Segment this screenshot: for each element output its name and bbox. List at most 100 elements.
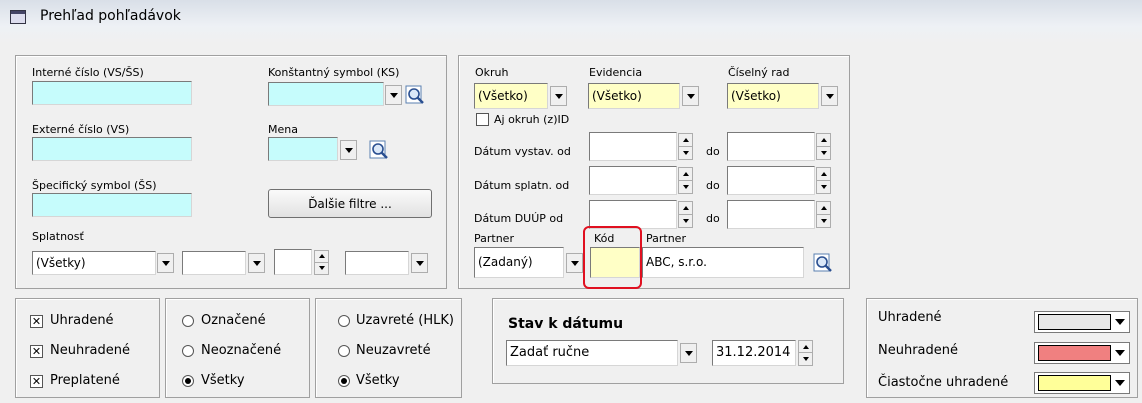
- specificky-symbol-input[interactable]: [32, 193, 192, 217]
- splatnost-days-input[interactable]: [274, 249, 312, 275]
- legend-ciastocne-swatch: [1038, 375, 1111, 391]
- arrow-up-icon: [682, 171, 689, 176]
- stav-mode-select[interactable]: Zadať ručne: [506, 340, 678, 366]
- uhradene-label: Uhradené: [50, 313, 114, 328]
- arrow-down-icon: [682, 218, 689, 223]
- chevron-down-icon: [554, 93, 563, 99]
- konstantny-symbol-label: Konštantný symbol (KS): [268, 66, 400, 79]
- partner-type-dropdown-button[interactable]: [566, 253, 583, 273]
- chevron-down-icon: [684, 350, 693, 356]
- datum-splatn-od-input[interactable]: [589, 166, 677, 195]
- splatnost-days-spinner[interactable]: [314, 250, 329, 275]
- partner-type-select[interactable]: (Zadaný): [474, 247, 564, 278]
- arrow-down-icon: [802, 357, 809, 361]
- splatnost-select[interactable]: (Všetky): [32, 251, 156, 275]
- evidencia-dropdown-button[interactable]: [682, 86, 699, 106]
- evidencia-label: Evidencia: [589, 66, 643, 79]
- arrow-down-icon: [682, 184, 689, 189]
- arrow-up-icon: [820, 171, 827, 176]
- splatnost-unit-dropdown-button[interactable]: [411, 253, 428, 273]
- partner-search-icon[interactable]: [813, 253, 833, 273]
- mena-select[interactable]: [268, 137, 338, 161]
- datum-splatn-do-input[interactable]: [727, 166, 815, 195]
- legend-neuhradene-swatch: [1038, 345, 1111, 361]
- neuhradene-checkbox[interactable]: ✕: [30, 345, 43, 358]
- legend-neuhradene-label: Neuhradené: [878, 343, 958, 358]
- konstantny-symbol-dropdown-button[interactable]: [385, 85, 402, 105]
- datum-duup-od-spinner[interactable]: [678, 201, 693, 228]
- konstantny-symbol-select[interactable]: [268, 82, 384, 106]
- datum-duup-do-spinner[interactable]: [816, 201, 831, 228]
- partner-type-label: Partner: [474, 232, 514, 245]
- chevron-down-icon: [1115, 319, 1125, 325]
- vsetky-mark-radio[interactable]: [182, 375, 194, 387]
- stav-mode-dropdown-button[interactable]: [680, 343, 697, 363]
- chevron-down-icon: [686, 93, 695, 99]
- uzavrete-radio[interactable]: [338, 315, 350, 327]
- legend-ciastocne-label: Čiastočne uhradené: [878, 375, 1009, 390]
- specificky-symbol-label: Špecifický symbol (ŠS): [32, 179, 157, 192]
- aj-okruh-checkbox[interactable]: [476, 113, 489, 126]
- legend-ciastocne-color-select[interactable]: [1034, 372, 1130, 394]
- interne-cislo-input[interactable]: [32, 81, 192, 105]
- ciselny-rad-select[interactable]: (Všetko): [727, 83, 819, 109]
- datum-vystav-od-spinner[interactable]: [678, 133, 693, 160]
- partner-name-input[interactable]: ABC, s.r.o.: [642, 247, 804, 278]
- datum-vystav-do-spinner[interactable]: [816, 133, 831, 160]
- arrow-down-icon: [682, 150, 689, 155]
- chevron-down-icon: [252, 260, 261, 266]
- mena-search-icon[interactable]: [369, 140, 389, 160]
- preplatene-label: Preplatené: [50, 373, 120, 388]
- chevron-down-icon: [344, 147, 353, 153]
- arrow-up-icon: [802, 344, 809, 349]
- uhradene-checkbox[interactable]: ✕: [30, 315, 43, 328]
- oznacene-radio[interactable]: [182, 315, 194, 327]
- datum-duup-od-input[interactable]: [589, 200, 677, 229]
- datum-vystav-od-input[interactable]: [589, 132, 677, 161]
- legend-uhradene-label: Uhradené: [878, 310, 942, 325]
- do-label: do: [706, 145, 720, 158]
- okruh-label: Okruh: [475, 66, 509, 79]
- neuzavrete-radio[interactable]: [338, 345, 350, 357]
- chevron-down-icon: [570, 260, 579, 266]
- externe-cislo-label: Externé číslo (VS): [32, 123, 130, 136]
- vsetky-closure-radio[interactable]: [338, 375, 350, 387]
- datum-duup-do-input[interactable]: [727, 200, 815, 229]
- okruh-dropdown-button[interactable]: [550, 86, 567, 106]
- neuhradene-label: Neuhradené: [50, 343, 130, 358]
- splatnost-unit-select[interactable]: [345, 251, 409, 275]
- datum-splatn-od-spinner[interactable]: [678, 167, 693, 194]
- legend-neuhradene-color-select[interactable]: [1034, 342, 1130, 364]
- ciselny-rad-dropdown-button[interactable]: [821, 86, 838, 106]
- arrow-up-icon: [820, 137, 827, 142]
- konstantny-symbol-search-icon[interactable]: [405, 85, 425, 105]
- splatnost-label: Splatnosť: [32, 230, 84, 243]
- splatnost-operator-dropdown-button[interactable]: [248, 253, 265, 273]
- stav-date-spinner[interactable]: [798, 340, 813, 366]
- uzavrete-label: Uzavreté (HLK): [356, 313, 454, 328]
- datum-splatn-do-spinner[interactable]: [816, 167, 831, 194]
- neuzavrete-label: Neuzavreté: [356, 343, 431, 358]
- datum-duup-label: Dátum DUÚP od: [474, 212, 564, 225]
- datum-vystav-label: Dátum vystav. od: [474, 145, 571, 158]
- evidencia-select[interactable]: (Všetko): [588, 83, 680, 109]
- window-icon: [10, 10, 26, 24]
- dalsie-filtre-button[interactable]: Ďalšie filtre ...: [268, 189, 432, 218]
- splatnost-dropdown-button[interactable]: [157, 253, 174, 273]
- ciselny-rad-label: Číselný rad: [728, 66, 790, 79]
- mena-label: Mena: [268, 123, 298, 136]
- datum-vystav-do-input[interactable]: [727, 132, 815, 161]
- neoznacene-radio[interactable]: [182, 345, 194, 357]
- aj-okruh-label: Aj okruh (z)ID: [494, 113, 570, 126]
- partner-name-label: Partner: [646, 232, 686, 245]
- splatnost-operator-select[interactable]: [182, 251, 246, 275]
- datum-splatn-label: Dátum splatn. od: [474, 179, 570, 192]
- okruh-select[interactable]: (Všetko): [474, 83, 548, 109]
- chevron-down-icon: [825, 93, 834, 99]
- stav-date-input[interactable]: 31.12.2014: [712, 340, 796, 366]
- mena-dropdown-button[interactable]: [340, 140, 357, 160]
- arrow-down-icon: [820, 218, 827, 223]
- legend-uhradene-color-select[interactable]: [1034, 311, 1130, 333]
- externe-cislo-input[interactable]: [32, 137, 192, 161]
- preplatene-checkbox[interactable]: ✕: [30, 375, 43, 388]
